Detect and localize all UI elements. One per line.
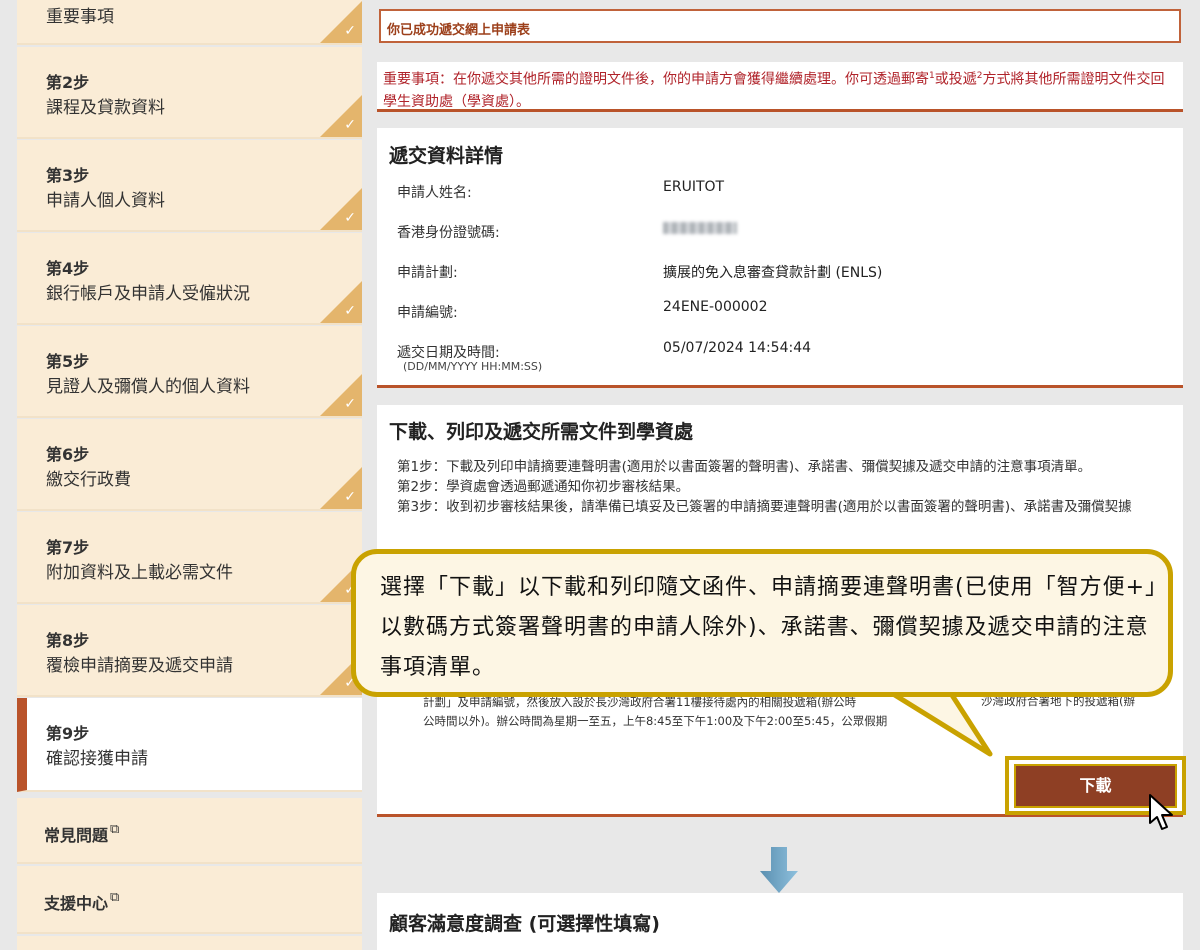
faq-label: 常見問題 bbox=[44, 826, 109, 845]
step-number: 第2步 bbox=[46, 73, 90, 92]
drop-off-line-2: 公時間以外)。辦公時間為星期一至五，上午8:45至下午1:00及下午2:00至5… bbox=[423, 714, 888, 728]
submission-datetime-value: 05/07/2024 14:54:44 bbox=[663, 340, 812, 356]
step-number: 第4步 bbox=[46, 259, 90, 278]
download-section-title: 下載、列印及遞交所需文件到學資處 bbox=[389, 421, 694, 443]
step-number: 第9步 bbox=[46, 724, 90, 743]
hkid-value-redacted bbox=[663, 222, 737, 238]
details-title: 遞交資料詳情 bbox=[389, 145, 504, 167]
step-label: 附加資料及上載必需文件 bbox=[46, 563, 233, 583]
support-label: 支援中心 bbox=[44, 894, 109, 913]
step-number: 第8步 bbox=[46, 631, 90, 650]
sidebar-step-2[interactable]: 第2步 課程及貸款資料 ✓ bbox=[17, 47, 362, 139]
survey-title: 顧客滿意度調查 (可選擇性填寫) bbox=[389, 913, 660, 935]
datetime-format-hint: (DD/MM/YYYY HH:MM:SS) bbox=[403, 360, 543, 373]
callout-tail bbox=[890, 690, 993, 757]
notice-part2: 或投遞 bbox=[934, 71, 977, 88]
sidebar-step-1[interactable]: 重要事項 ✓ bbox=[17, 0, 362, 45]
support-link-wrapper: 支援中心 ⧉ bbox=[44, 890, 119, 914]
applicant-name-value: ERUITOT bbox=[663, 179, 725, 195]
sidebar-step-5[interactable]: 第5步 見證人及彌償人的個人資料 ✓ bbox=[17, 326, 362, 418]
submission-details-panel: 遞交資料詳情 申請人姓名: ERUITOT 香港身份證號碼: 申請計劃: 擴展的… bbox=[377, 128, 1183, 388]
sidebar-step-7[interactable]: 第7步 附加資料及上載必需文件 ✓ bbox=[17, 512, 362, 604]
step-label: 銀行帳戶及申請人受僱狀況 bbox=[46, 284, 250, 304]
arrow-down-icon bbox=[760, 847, 798, 893]
scheme-label: 申請計劃: bbox=[397, 265, 458, 281]
callout-text: 選擇「下載」以下載和列印隨文函件、申請摘要連聲明書(已使用「智方便+」以數碼方式… bbox=[380, 575, 1158, 680]
sidebar-step-8[interactable]: 第8步 覆檢申請摘要及遞交申請 ✓ bbox=[17, 605, 362, 697]
important-notice: 重要事項：在你遞交其他所需的證明文件後，你的申請方會獲得繼續處理。你可透過郵寄1… bbox=[377, 62, 1183, 112]
external-link-icon: ⧉ bbox=[110, 890, 120, 905]
support-center-link[interactable]: 支援中心 ⧉ bbox=[17, 866, 362, 934]
faq-link-wrapper: 常見問題 ⧉ bbox=[44, 822, 119, 846]
check-icon: ✓ bbox=[344, 117, 356, 133]
step-label: 申請人個人資料 bbox=[46, 191, 165, 211]
instruction-step-1: 第1步：下載及列印申請摘要連聲明書(適用於以書面簽署的聲明書)、承諾書、彌償契據… bbox=[397, 459, 1092, 475]
success-banner: 你已成功遞交網上申請表 bbox=[379, 9, 1181, 43]
check-icon: ✓ bbox=[344, 489, 356, 505]
check-icon: ✓ bbox=[344, 396, 356, 412]
instruction-steps: 第1步：下載及列印申請摘要連聲明書(適用於以書面簽署的聲明書)、承諾書、彌償契據… bbox=[397, 457, 1172, 517]
step-number: 第6步 bbox=[46, 445, 90, 464]
application-number-value: 24ENE-000002 bbox=[663, 299, 768, 315]
step-label: 見證人及彌償人的個人資料 bbox=[46, 377, 250, 397]
scheme-value: 擴展的免入息審查貸款計劃 (ENLS) bbox=[663, 265, 883, 281]
instruction-step-3: 第3步：收到初步審核結果後，請準備已填妥及已簽署的申請摘要連聲明書(適用於以書面… bbox=[397, 499, 1132, 515]
step-number: 第5步 bbox=[46, 352, 90, 371]
hkid-label: 香港身份證號碼: bbox=[397, 225, 500, 241]
step-label: 重要事項 bbox=[46, 7, 114, 27]
external-link-icon: ⧉ bbox=[110, 822, 120, 837]
pointer-cursor-icon bbox=[1149, 794, 1173, 830]
check-icon: ✓ bbox=[344, 23, 356, 39]
success-message: 你已成功遞交網上申請表 bbox=[387, 23, 531, 38]
step-label: 課程及貸款資料 bbox=[46, 98, 165, 118]
step-label: 覆檢申請摘要及遞交申請 bbox=[46, 656, 233, 676]
step-label: 繳交行政費 bbox=[46, 470, 131, 490]
submission-datetime-label: 遞交日期及時間: bbox=[397, 345, 500, 361]
sidebar-step-6[interactable]: 第6步 繳交行政費 ✓ bbox=[17, 419, 362, 511]
sidebar-next-item[interactable] bbox=[17, 936, 362, 950]
instruction-step-2: 第2步：學資處會透過郵遞通知你初步審核結果。 bbox=[397, 479, 690, 495]
check-icon: ✓ bbox=[344, 210, 356, 226]
sidebar: 重要事項 ✓ 第2步 課程及貸款資料 ✓ 第3步 申請人個人資料 ✓ 第4步 銀… bbox=[17, 0, 362, 950]
sidebar-step-3[interactable]: 第3步 申請人個人資料 ✓ bbox=[17, 140, 362, 232]
sidebar-step-9-current[interactable]: 第9步 確認接獲申請 bbox=[17, 698, 362, 792]
step-number: 第3步 bbox=[46, 166, 90, 185]
check-icon: ✓ bbox=[344, 303, 356, 319]
application-number-label: 申請編號: bbox=[397, 305, 458, 321]
notice-part1: 重要事項：在你遞交其他所需的證明文件後，你的申請方會獲得繼續處理。你可透過郵寄 bbox=[383, 71, 929, 88]
survey-panel: 顧客滿意度調查 (可選擇性填寫) bbox=[377, 893, 1183, 950]
step-number: 第7步 bbox=[46, 538, 90, 557]
instruction-callout: 選擇「下載」以下載和列印隨文函件、申請摘要連聲明書(已使用「智方便+」以數碼方式… bbox=[351, 549, 1173, 697]
faq-link[interactable]: 常見問題 ⧉ bbox=[17, 798, 362, 864]
sidebar-step-4[interactable]: 第4步 銀行帳戶及申請人受僱狀況 ✓ bbox=[17, 233, 362, 325]
step-label: 確認接獲申請 bbox=[46, 749, 148, 769]
applicant-name-label: 申請人姓名: bbox=[397, 185, 472, 201]
